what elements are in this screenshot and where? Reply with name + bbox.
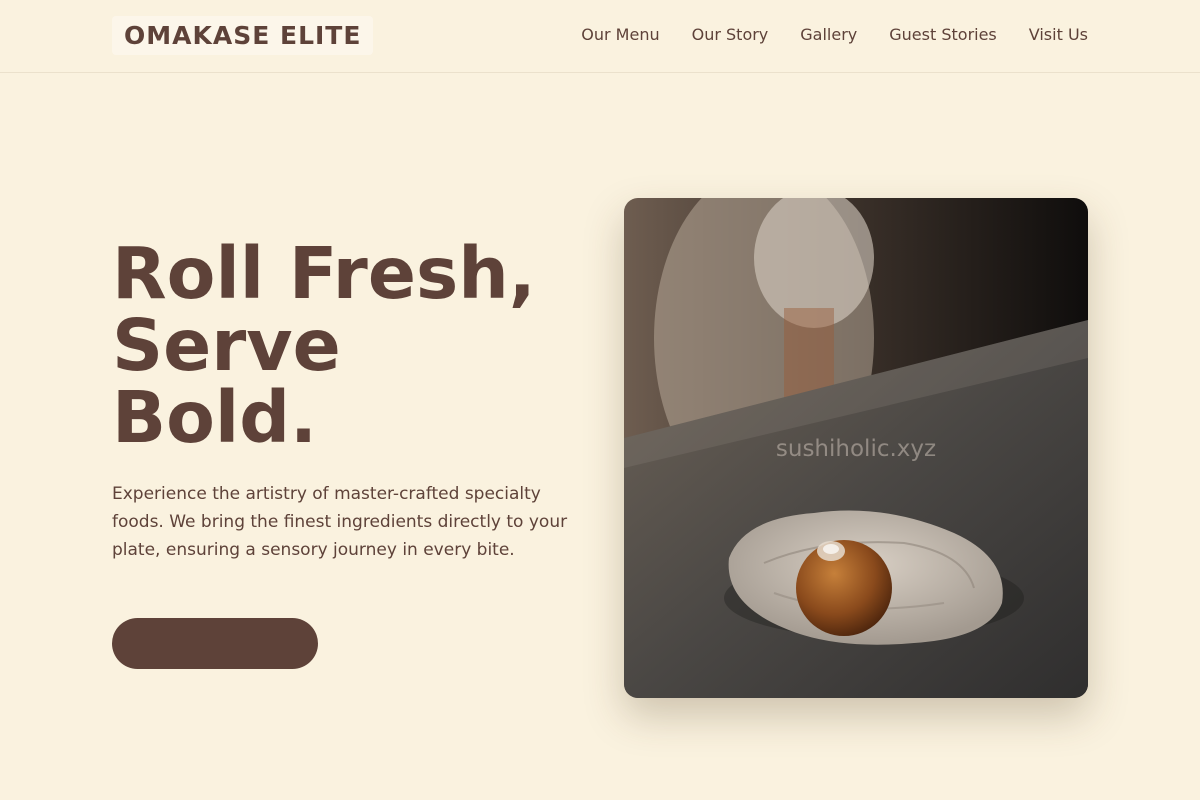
hero-title: Roll Fresh, Serve Bold. (112, 238, 592, 454)
main-nav: Our Menu Our Story Gallery Guest Stories… (581, 23, 1088, 47)
nav-link-guest-stories[interactable]: Guest Stories (889, 23, 997, 47)
hero-title-line: Bold. (112, 376, 318, 459)
hero-cta-button[interactable] (112, 618, 318, 669)
hero-title-line: Serve (112, 304, 341, 387)
site-logo[interactable]: OMAKASE ELITE (112, 16, 374, 55)
hero-dish-image: sushiholic.xyz (624, 198, 1088, 698)
nav-link-menu[interactable]: Our Menu (581, 23, 659, 47)
hero-description: Experience the artistry of master-crafte… (112, 484, 568, 560)
nav-link-gallery[interactable]: Gallery (800, 23, 857, 47)
hero-title-line: Roll Fresh, (112, 232, 536, 315)
nav-link-visit[interactable]: Visit Us (1029, 23, 1088, 47)
site-header: OMAKASE ELITE Our Menu Our Story Gallery… (0, 0, 1200, 73)
nav-link-story[interactable]: Our Story (692, 23, 769, 47)
image-watermark: sushiholic.xyz (775, 436, 937, 462)
